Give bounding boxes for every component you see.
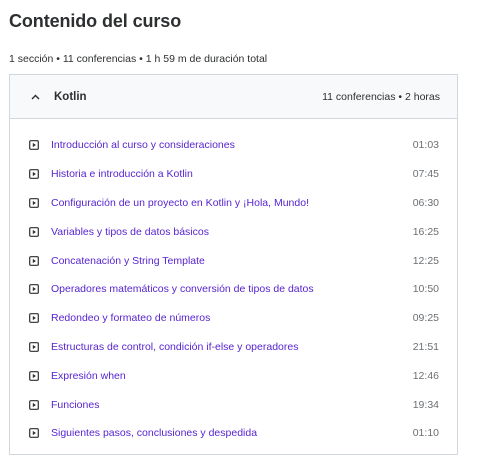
- video-play-icon: [29, 226, 39, 237]
- video-play-icon: [29, 428, 39, 439]
- video-play-icon: [29, 140, 39, 151]
- section-header-toggle[interactable]: Kotlin 11 conferencias • 2 horas: [10, 75, 457, 119]
- list-item: Redondeo y formateo de números 09:25: [10, 304, 457, 333]
- lecture-duration: 07:45: [412, 168, 439, 181]
- video-play-icon: [29, 313, 39, 324]
- lecture-duration: 01:10: [412, 427, 439, 440]
- lecture-title-link[interactable]: Funciones: [51, 399, 413, 411]
- course-content-panel: Contenido del curso 1 sección • 11 confe…: [0, 0, 486, 473]
- lecture-title-link[interactable]: Variables y tipos de datos básicos: [51, 226, 413, 238]
- lecture-duration: 01:03: [412, 139, 439, 152]
- video-play-icon: [29, 370, 39, 381]
- list-item: Siguientes pasos, conclusiones y despedi…: [10, 419, 457, 448]
- list-item: Funciones 19:34: [10, 390, 457, 419]
- chevron-up-icon: [30, 92, 40, 102]
- lecture-title-link[interactable]: Estructuras de control, condición if-els…: [51, 341, 413, 353]
- list-item: Variables y tipos de datos básicos 16:25: [10, 217, 457, 246]
- video-play-icon: [29, 198, 39, 208]
- lecture-title-link[interactable]: Redondeo y formateo de números: [51, 312, 413, 324]
- list-item: Concatenación y String Template 12:25: [10, 246, 457, 275]
- lecture-duration: 19:34: [412, 398, 439, 411]
- course-section: Kotlin 11 conferencias • 2 horas Introdu…: [9, 74, 458, 455]
- video-play-icon: [29, 342, 39, 352]
- section-meta: 11 conferencias • 2 horas: [322, 90, 440, 103]
- lecture-list: Introducción al curso y consideraciones …: [10, 119, 457, 448]
- list-item: Historia e introducción a Kotlin 07:45: [10, 160, 457, 189]
- list-item: Introducción al curso y consideraciones …: [10, 131, 457, 160]
- lecture-title-link[interactable]: Operadores matemáticos y conversión de t…: [51, 283, 413, 295]
- lecture-duration: 12:46: [412, 369, 439, 382]
- lecture-title-link[interactable]: Configuración de un proyecto en Kotlin y…: [51, 197, 413, 209]
- lecture-title-link[interactable]: Introducción al curso y consideraciones: [51, 139, 413, 151]
- video-play-icon: [29, 255, 39, 266]
- video-play-icon: [29, 399, 39, 410]
- lecture-duration: 06:30: [412, 196, 439, 209]
- list-item: Configuración de un proyecto en Kotlin y…: [10, 189, 457, 218]
- course-summary: 1 sección • 11 conferencias • 1 h 59 m d…: [9, 53, 268, 65]
- lecture-title-link[interactable]: Expresión when: [51, 370, 413, 382]
- list-item: Operadores matemáticos y conversión de t…: [10, 275, 457, 304]
- lecture-duration: 09:25: [412, 312, 439, 325]
- list-item: Expresión when 12:46: [10, 361, 457, 390]
- video-play-icon: [29, 169, 39, 180]
- list-item: Estructuras de control, condición if-els…: [10, 333, 457, 362]
- lecture-duration: 21:51: [412, 340, 439, 353]
- video-play-icon: [29, 284, 39, 295]
- lecture-title-link[interactable]: Historia e introducción a Kotlin: [51, 168, 413, 180]
- page-title: Contenido del curso: [9, 11, 182, 31]
- lecture-title-link[interactable]: Siguientes pasos, conclusiones y despedi…: [51, 427, 413, 439]
- lecture-title-link[interactable]: Concatenación y String Template: [51, 255, 413, 267]
- lecture-duration: 12:25: [412, 254, 439, 267]
- lecture-duration: 10:50: [412, 283, 439, 296]
- section-title: Kotlin: [54, 90, 87, 103]
- lecture-duration: 16:25: [412, 225, 439, 238]
